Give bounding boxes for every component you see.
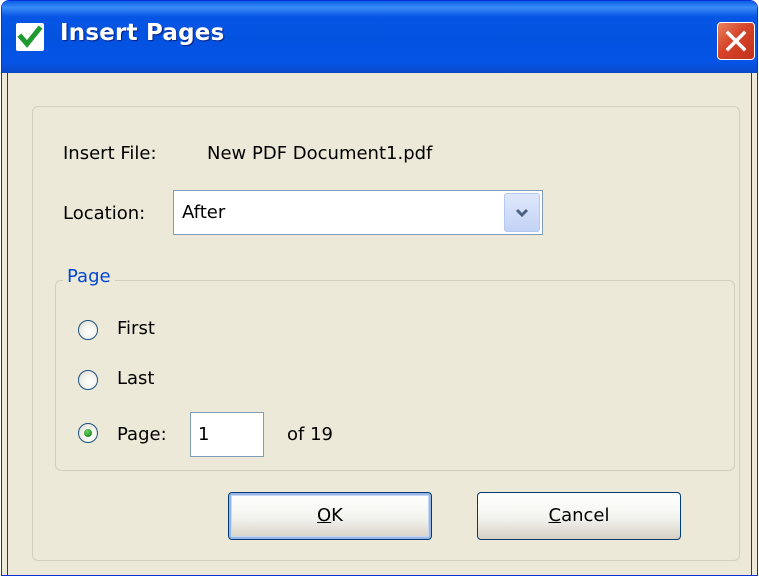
insert-file-label: Insert File: bbox=[63, 143, 157, 164]
green-checkmark-icon bbox=[16, 23, 44, 51]
ok-button[interactable]: OK bbox=[228, 492, 432, 540]
radio-page-label[interactable]: Page: bbox=[117, 424, 167, 445]
page-group-legend: Page bbox=[63, 266, 115, 287]
radio-last-label[interactable]: Last bbox=[117, 368, 155, 389]
close-x-icon bbox=[725, 30, 747, 52]
page-number-input[interactable]: 1 bbox=[190, 412, 264, 457]
radio-first-label[interactable]: First bbox=[117, 318, 155, 339]
chevron-down-icon bbox=[515, 208, 529, 218]
insert-file-value: New PDF Document1.pdf bbox=[207, 143, 433, 164]
cancel-mnemonic: C bbox=[548, 505, 562, 526]
radio-page[interactable] bbox=[78, 423, 98, 443]
ok-label-rest: K bbox=[331, 505, 343, 526]
cancel-button[interactable]: Cancel bbox=[477, 492, 681, 540]
dropdown-arrow-button[interactable] bbox=[504, 193, 540, 232]
radio-selected-dot bbox=[84, 429, 92, 437]
ok-mnemonic: O bbox=[317, 505, 332, 526]
window-title: Insert Pages bbox=[60, 20, 225, 46]
location-dropdown-value: After bbox=[182, 202, 226, 223]
location-label: Location: bbox=[63, 203, 146, 224]
close-button[interactable] bbox=[717, 22, 755, 60]
radio-first[interactable] bbox=[78, 320, 98, 340]
location-dropdown[interactable]: After bbox=[173, 190, 543, 235]
cancel-label-rest: ancel bbox=[561, 505, 610, 526]
title-bar[interactable]: Insert Pages bbox=[2, 1, 757, 73]
radio-last[interactable] bbox=[78, 370, 98, 390]
page-total-label: of 19 bbox=[287, 424, 333, 445]
